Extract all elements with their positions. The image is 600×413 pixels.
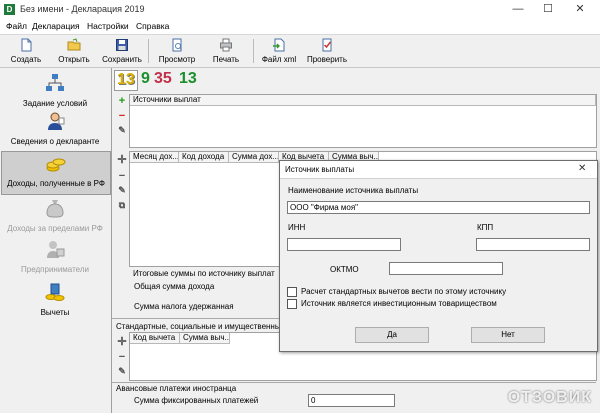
edit-income-button[interactable]: ✎	[116, 184, 128, 196]
new-document-icon	[21, 38, 32, 52]
window-title: Без имени - Декларация 2019	[20, 4, 145, 14]
sidebar: Задание условий Сведения о декларанте До…	[0, 68, 112, 413]
save-disk-icon	[116, 39, 128, 51]
xml-file-button[interactable]: Файл xml	[259, 37, 299, 66]
deductions-title: Стандартные, социальные и имущественные …	[116, 322, 280, 331]
conditions-icon	[46, 74, 64, 91]
tax-withheld-label: Сумма налога удержанная	[134, 302, 234, 311]
add-income-button[interactable]: ✛	[116, 154, 128, 166]
create-button[interactable]: Создать	[6, 37, 46, 66]
fixed-payments-input[interactable]: 0	[308, 394, 395, 407]
remove-source-button[interactable]: −	[116, 110, 128, 122]
payment-source-dialog: Источник выплаты ✕ Наименование источник…	[279, 160, 598, 352]
deduction-col-code[interactable]: Код вычета	[130, 333, 180, 344]
person-icon	[48, 112, 65, 130]
watermark-logo: ОТЗОВИК	[507, 389, 592, 406]
total-income-label: Общая сумма дохода	[134, 282, 215, 291]
entrepreneur-icon	[47, 241, 65, 258]
rate-tab-35[interactable]: 35	[154, 70, 172, 88]
open-folder-icon	[67, 38, 81, 51]
foreign-advance-title: Авансовые платежи иностранца	[116, 384, 237, 393]
add-deduction-button[interactable]: ✛	[116, 336, 128, 348]
fixed-payments-label: Сумма фиксированных платежей	[134, 396, 259, 405]
income-col-code[interactable]: Код дохода	[179, 152, 229, 163]
sources-column-header: Источники выплат	[130, 95, 596, 106]
save-button[interactable]: Сохранить	[100, 37, 144, 66]
income-col-month[interactable]: Месяц дох...	[130, 152, 179, 163]
section-divider	[112, 382, 596, 383]
totals-title: Итоговые суммы по источнику выплат	[133, 269, 275, 278]
toolbar: Создать Открыть Сохранить Просмотр Печат…	[0, 35, 600, 68]
edit-deduction-button[interactable]: ✎	[116, 365, 128, 377]
sidebar-item-deductions[interactable]: Вычеты	[1, 279, 109, 329]
inn-label: ИНН	[288, 223, 306, 232]
xml-file-icon	[273, 38, 285, 52]
print-button[interactable]: Печать	[206, 37, 246, 66]
rate-tab-9[interactable]: 9	[141, 70, 150, 88]
money-bag-icon	[46, 200, 64, 218]
oktmo-input[interactable]	[389, 262, 503, 275]
menu-bar: Файл Декларация Настройки Справка	[0, 19, 600, 35]
open-button[interactable]: Открыть	[54, 37, 94, 66]
standard-deductions-checkbox[interactable]	[287, 287, 297, 297]
deduction-col-sum[interactable]: Сумма выч...	[180, 333, 230, 344]
coins-icon	[46, 158, 66, 172]
maximize-button[interactable]: ☐	[533, 0, 563, 19]
rate-tab-13-second[interactable]: 13	[179, 70, 197, 88]
close-button[interactable]: ✕	[565, 0, 595, 19]
add-source-button[interactable]: +	[116, 95, 128, 107]
dialog-ok-button[interactable]: Да	[355, 327, 429, 343]
copy-income-button[interactable]: ⧉	[116, 199, 128, 211]
preview-button[interactable]: Просмотр	[155, 37, 199, 66]
sidebar-item-income-rf[interactable]: Доходы, полученные в РФ	[1, 151, 111, 195]
income-col-sum[interactable]: Сумма дох...	[229, 152, 279, 163]
source-name-label: Наименование источника выплаты	[288, 186, 419, 195]
check-button[interactable]: Проверить	[304, 37, 350, 66]
menu-declaration[interactable]: Декларация	[32, 21, 80, 31]
inn-input[interactable]	[287, 238, 401, 251]
remove-income-button[interactable]: −	[116, 170, 128, 182]
investment-partnership-checkbox[interactable]	[287, 299, 297, 309]
toolbar-separator	[148, 39, 149, 63]
toolbar-separator	[253, 39, 254, 63]
kpp-label: КПП	[477, 223, 494, 232]
deductions-icon	[45, 283, 65, 301]
menu-settings[interactable]: Настройки	[87, 21, 129, 31]
dialog-close-icon[interactable]: ✕	[578, 163, 586, 174]
rate-tab-13-active[interactable]: 13	[114, 70, 138, 91]
menu-file[interactable]: Файл	[6, 21, 27, 31]
dialog-title: Источник выплаты	[285, 165, 355, 174]
minimize-button[interactable]: —	[503, 0, 533, 19]
edit-source-button[interactable]: ✎	[116, 124, 128, 136]
title-bar: D Без имени - Декларация 2019 — ☐ ✕	[0, 0, 600, 19]
printer-icon	[220, 38, 232, 52]
kpp-input[interactable]	[476, 238, 590, 251]
app-icon: D	[4, 4, 15, 15]
dialog-cancel-button[interactable]: Нет	[471, 327, 545, 343]
preview-icon	[172, 38, 183, 52]
dialog-title-bar: Источник выплаты ✕	[280, 161, 597, 179]
sources-panel: Источники выплат	[129, 94, 597, 148]
check-icon	[322, 38, 332, 52]
investment-partnership-label: Источник является инвестиционным товарищ…	[301, 299, 497, 308]
source-name-input[interactable]: ООО "Фирма моя"	[287, 201, 590, 214]
remove-deduction-button[interactable]: −	[116, 351, 128, 363]
oktmo-label: ОКТМО	[330, 265, 359, 274]
standard-deductions-label: Расчет стандартных вычетов вести по этом…	[301, 287, 507, 296]
menu-help[interactable]: Справка	[136, 21, 169, 31]
